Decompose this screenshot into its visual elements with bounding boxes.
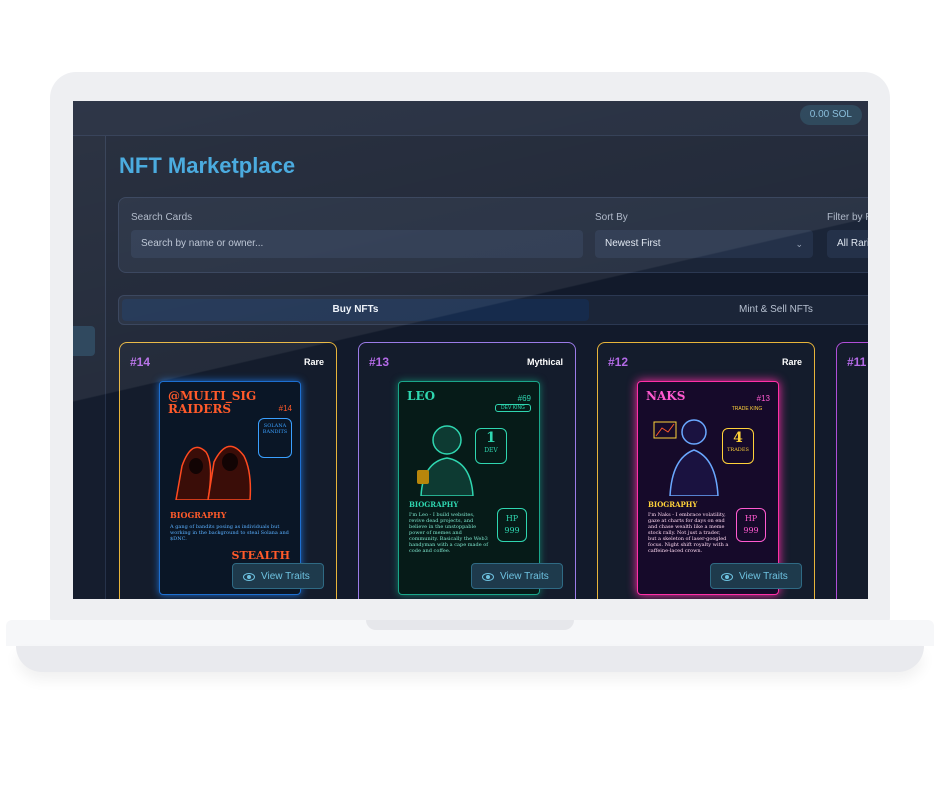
sidebar-active-item[interactable]: [73, 326, 95, 356]
art-title: @MULTI_SIG RAIDERS: [168, 389, 257, 416]
eye-icon: [243, 573, 255, 581]
hp-badge: HP 999: [736, 508, 766, 542]
hp-badge: HP 999: [497, 508, 527, 542]
tab-buy-nfts[interactable]: Buy NFTs: [122, 299, 589, 321]
gang-badge: SOLANA BANDITS: [258, 418, 292, 458]
card-rarity: Rare: [303, 357, 324, 367]
nft-card[interactable]: #14 Rare @MULTI_SIG RAIDERS #14 SOLANA B…: [119, 342, 337, 599]
eye-icon: [482, 573, 494, 581]
art-tag: #14: [278, 404, 292, 413]
laptop-front-edge: [16, 646, 924, 672]
nft-card[interactable]: #13 Mythical LEO #69 DEV KING 1 DEV BIOG…: [358, 342, 576, 599]
card-number: #11: [847, 355, 867, 369]
view-traits-button[interactable]: View Traits: [471, 563, 563, 589]
rarity-label: Filter by R: [827, 212, 868, 223]
view-traits-label: View Traits: [739, 571, 788, 582]
art-title: NAKS: [646, 389, 686, 403]
art-tag: #13: [756, 394, 770, 403]
sort-select[interactable]: Newest First ⌄: [595, 230, 813, 258]
art-bio-heading: BIOGRAPHY: [170, 510, 227, 520]
search-input[interactable]: Search by name or owner...: [131, 230, 583, 258]
view-traits-label: View Traits: [500, 571, 549, 582]
view-traits-label: View Traits: [261, 571, 310, 582]
card-rarity: Mythical: [526, 357, 563, 367]
rarity-value: All Rari: [837, 238, 868, 249]
nft-card[interactable]: #11: [836, 342, 868, 599]
search-label: Search Cards: [131, 212, 193, 223]
view-traits-button[interactable]: View Traits: [710, 563, 802, 589]
card-number: #12: [608, 355, 629, 369]
crown-badge: DEV KING: [495, 404, 531, 412]
sort-value: Newest First: [605, 238, 661, 249]
app-screen: 0.00 SOL NFT Marketplace Search Cards Se…: [73, 101, 868, 599]
filter-panel: Search Cards Search by name or owner... …: [118, 197, 868, 273]
sort-label: Sort By: [595, 212, 628, 223]
page-title: NFT Marketplace: [119, 153, 296, 178]
rarity-select[interactable]: All Rari: [827, 230, 868, 258]
laptop-base: [6, 620, 934, 680]
art-bio-heading: BIOGRAPHY: [648, 500, 698, 509]
skeleton-trader-icon: [653, 419, 719, 496]
card-number: #14: [130, 355, 151, 369]
nft-card[interactable]: #12 Rare NAKS #13 TRADE KING 4 TRADES BI…: [597, 342, 815, 599]
art-bio: I'm Leo - I build websites, revive dead …: [409, 512, 489, 554]
trackpad-notch: [366, 620, 574, 630]
rank-label: TRADES: [727, 447, 749, 453]
art-title: LEO: [407, 389, 436, 403]
card-number: #13: [369, 355, 390, 369]
dev-rank-badge: 1 DEV: [475, 428, 507, 464]
art-bio: A gang of bandits posing as individuals …: [170, 524, 289, 542]
trade-rank-badge: 4 TRADES: [722, 428, 754, 464]
top-bar: 0.00 SOL: [73, 101, 868, 136]
art-tag: #69: [517, 394, 531, 403]
art-bio: I'm Naks - I embrace volatility, gaze at…: [648, 512, 729, 554]
wallet-balance[interactable]: 0.00 SOL: [799, 105, 862, 125]
chevron-down-icon: ⌄: [795, 239, 803, 249]
rank-number: 4: [733, 430, 743, 446]
market-tabs: Buy NFTs Mint & Sell NFTs: [118, 295, 868, 325]
hooded-figures-icon: [175, 445, 252, 500]
tab-mint-sell-nfts[interactable]: Mint & Sell NFTs: [739, 299, 813, 321]
developer-portrait-icon: [417, 425, 474, 496]
card-rarity: Rare: [781, 357, 802, 367]
art-bio-heading: BIOGRAPHY: [409, 500, 459, 509]
rank-label: DEV: [484, 447, 498, 454]
eye-icon: [721, 573, 733, 581]
sidebar: [73, 136, 106, 599]
rank-number: 1: [486, 430, 496, 446]
crown-badge: TRADE KING: [731, 406, 763, 412]
view-traits-button[interactable]: View Traits: [232, 563, 324, 589]
